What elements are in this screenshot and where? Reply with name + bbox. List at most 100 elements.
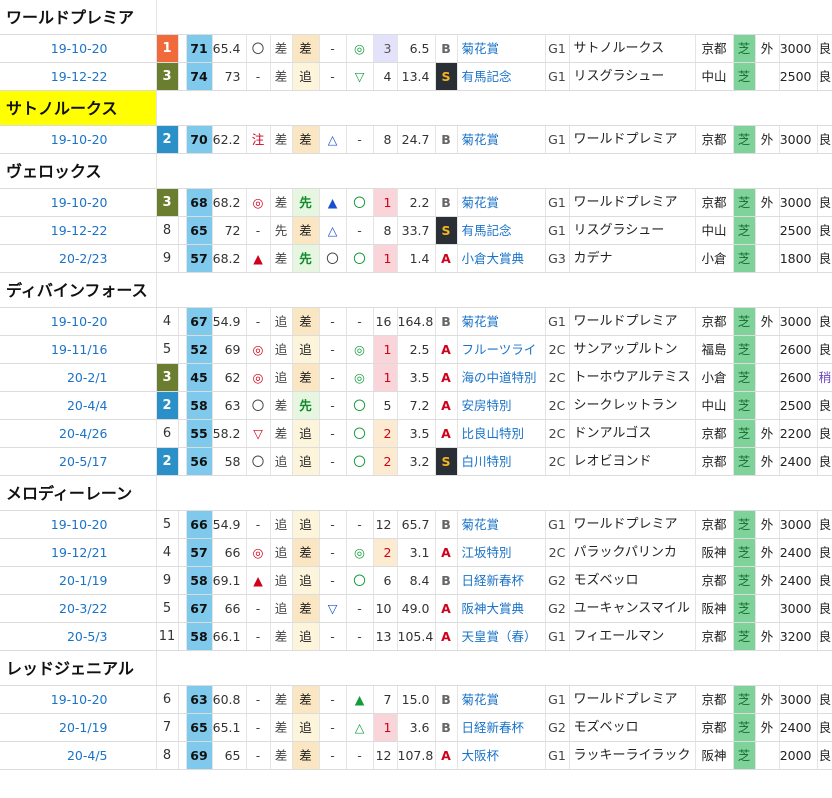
race-name-link[interactable]: 菊花賞 xyxy=(457,685,546,714)
race-date-link[interactable]: 20-1/19 xyxy=(0,566,157,595)
venue: 中山 xyxy=(695,391,734,420)
distance: 2200 xyxy=(779,419,818,448)
race-date-link[interactable]: 19-12/21 xyxy=(0,538,157,567)
race-row[interactable]: 19-10-20 4 67 54.9- 追差 - -16 164.8 B 菊花賞 G1 ワールドプレミ… xyxy=(0,307,832,336)
race-date-link[interactable]: 20-4/26 xyxy=(0,419,157,448)
race-date-link[interactable]: 19-11/16 xyxy=(0,335,157,364)
race-row[interactable]: 20-4/4 2 58 63 〇差先 - 〇 5 7.2 A 安房特別 2C シークレットラン 中山芝 25… xyxy=(0,391,832,420)
race-name-link[interactable]: 比良山特別 xyxy=(457,419,546,448)
race-class-badge: A xyxy=(435,622,458,651)
race-date-link[interactable]: 19-12-22 xyxy=(0,62,157,91)
race-name-link[interactable]: 日経新春杯 xyxy=(457,713,546,742)
position-style: 追 xyxy=(292,447,320,476)
race-row[interactable]: 20-5/3 11 58 66.1- 差追 - -13 105.4 A 天皇賞（春） G1 フィエール… xyxy=(0,622,832,651)
race-name-link[interactable]: 大阪杯 xyxy=(457,741,546,770)
venue: 阪神 xyxy=(695,538,734,567)
race-grade: G1 xyxy=(545,307,570,336)
mark-5: ◎ xyxy=(346,363,374,392)
mark-4: - xyxy=(319,419,347,448)
surface: 芝 xyxy=(733,216,756,245)
track-condition: 良 xyxy=(817,510,832,539)
race-date-link[interactable]: 20-4/5 xyxy=(0,741,157,770)
prediction-mark: - xyxy=(246,685,271,714)
race-date-link[interactable]: 19-10-20 xyxy=(0,307,157,336)
race-class-badge: B xyxy=(435,307,458,336)
position-style: 追 xyxy=(292,566,320,595)
odds: 164.8 xyxy=(397,307,436,336)
horse-header-row: サトノルークス xyxy=(0,90,832,126)
race-row[interactable]: 20-1/19 7 65 65.1- 差追 - △ 1 3.6 B 日経新春杯 G2 モズベッロ 京都芝外… xyxy=(0,713,832,742)
running-style: 差 xyxy=(270,419,293,448)
race-date-link[interactable]: 19-10-20 xyxy=(0,125,157,154)
winner-name: ドンアルゴス xyxy=(569,419,696,448)
race-name-link[interactable]: 菊花賞 xyxy=(457,34,546,63)
race-row[interactable]: 20-4/26 6 55 58.2 ▽ 差追 - 〇 2 3.5 A 比良山特別 2C ドンアルゴス 京都芝… xyxy=(0,419,832,448)
odds: 6.5 xyxy=(397,34,436,63)
race-name-link[interactable]: フルーツライ xyxy=(457,335,546,364)
race-name-link[interactable]: 海の中道特別 xyxy=(457,363,546,392)
horse-name: サトノルークス xyxy=(0,90,157,126)
race-name-link[interactable]: 小倉大賞典 xyxy=(457,244,546,273)
race-row[interactable]: 20-2/23 9 57 68.2 ▲ 差先〇〇 1 1.4 A 小倉大賞典 G3 カデナ 小倉芝 180… xyxy=(0,244,832,273)
race-date-link[interactable]: 20-4/4 xyxy=(0,391,157,420)
surface: 芝 xyxy=(733,188,756,217)
race-date-link[interactable]: 19-10-20 xyxy=(0,685,157,714)
race-history-table: ワールドプレミア 19-10-20 1 71 65.4 〇差差 - ◎ 3 6.5 B 菊花賞 G1 サト… xyxy=(0,0,832,770)
horse-name: ディバインフォース xyxy=(0,272,157,308)
race-name-link[interactable]: 菊花賞 xyxy=(457,510,546,539)
race-name-link[interactable]: 有馬記念 xyxy=(457,62,546,91)
race-name-link[interactable]: 菊花賞 xyxy=(457,188,546,217)
race-name-link[interactable]: 江坂特別 xyxy=(457,538,546,567)
race-row[interactable]: 20-1/19 9 58 69.1 ▲ 追追 - 〇 6 8.4 B 日経新春杯 G2 モズベッロ 京都芝外… xyxy=(0,566,832,595)
race-row[interactable]: 19-10-20 3 68 68.2 ◎ 差先 ▲ 〇 1 2.2 B 菊花賞 G1 ワールドプレミア 京都… xyxy=(0,188,832,217)
race-date-link[interactable]: 20-5/17 xyxy=(0,447,157,476)
winner-name: ラッキーライラック xyxy=(569,741,696,770)
race-row[interactable]: 19-12-22 8 65 72- 先差 △ -8 33.7 S 有馬記念 G1 リスグラシュー 中山芝… xyxy=(0,216,832,245)
race-row[interactable]: 19-12-22 3 74 73- 差追 - ▽ 4 13.4 S 有馬記念 G1 リスグラシュー 中山芝… xyxy=(0,62,832,91)
race-row[interactable]: 19-12/21 4 57 66 ◎ 追差 - ◎ 2 3.1 A 江坂特別 2C パラックパリンカ 阪神芝… xyxy=(0,538,832,567)
race-row[interactable]: 19-10-20 1 71 65.4 〇差差 - ◎ 3 6.5 B 菊花賞 G1 サトノルークス 京都芝… xyxy=(0,34,832,63)
prediction-mark: - xyxy=(246,216,271,245)
race-date-link[interactable]: 19-10-20 xyxy=(0,188,157,217)
race-row[interactable]: 20-3/22 5 67 66- 追差 ▽ -10 49.0 A 阪神大賞典 G2 ユーキャンスマイル… xyxy=(0,594,832,623)
race-name-link[interactable]: 有馬記念 xyxy=(457,216,546,245)
race-name-link[interactable]: 菊花賞 xyxy=(457,125,546,154)
race-date-link[interactable]: 19-12-22 xyxy=(0,216,157,245)
course-side: 外 xyxy=(755,125,780,154)
race-date-link[interactable]: 20-2/1 xyxy=(0,363,157,392)
race-name-link[interactable]: 阪神大賞典 xyxy=(457,594,546,623)
race-row[interactable]: 19-10-20 5 66 54.9- 追追 - -12 65.7 B 菊花賞 G1 ワールドプレミア… xyxy=(0,510,832,539)
position-style: 差 xyxy=(292,363,320,392)
race-grade: G1 xyxy=(545,741,570,770)
race-name-link[interactable]: 菊花賞 xyxy=(457,307,546,336)
race-name-link[interactable]: 日経新春杯 xyxy=(457,566,546,595)
race-row[interactable]: 20-5/17 2 56 58 〇追追 - 〇 2 3.2 S 白川特別 2C レオビヨンド 京都芝外 24… xyxy=(0,447,832,476)
race-date-link[interactable]: 20-1/19 xyxy=(0,713,157,742)
rating-value: 65 xyxy=(212,741,247,770)
prediction-mark: - xyxy=(246,510,271,539)
race-row[interactable]: 19-10-20 2 70 62.2 注差差 △ -8 24.7 B 菊花賞 G1 ワールドプレミア京… xyxy=(0,125,832,154)
race-row[interactable]: 20-4/5 8 69 65- 差差 - -12 107.8 A 大阪杯 G1 ラッキーライラック 阪神… xyxy=(0,741,832,770)
race-row[interactable]: 19-11/16 5 52 69 ◎ 追追 - ◎ 1 2.5 A フルーツライ 2C サンアップルトン福… xyxy=(0,335,832,364)
running-style: 差 xyxy=(270,188,293,217)
race-row[interactable]: 20-2/1 3 45 62 ◎ 追差 - ◎ 1 3.5 A 海の中道特別 2C トーホウアルテミス 小倉… xyxy=(0,363,832,392)
surface: 芝 xyxy=(733,447,756,476)
distance: 2500 xyxy=(779,62,818,91)
popularity: 12 xyxy=(373,741,398,770)
race-date-link[interactable]: 20-3/22 xyxy=(0,594,157,623)
course-side xyxy=(755,335,780,364)
race-name-link[interactable]: 安房特別 xyxy=(457,391,546,420)
race-row[interactable]: 19-10-20 6 63 60.8- 差差 - ▲ 7 15.0 B 菊花賞 G1 ワールドプレミア京… xyxy=(0,685,832,714)
finish-rank: 8 xyxy=(156,741,179,770)
race-date-link[interactable]: 19-10-20 xyxy=(0,510,157,539)
race-class-badge: B xyxy=(435,713,458,742)
speed-index: 67 xyxy=(186,307,213,336)
prediction-mark: 〇 xyxy=(246,391,271,420)
race-date-link[interactable]: 19-10-20 xyxy=(0,34,157,63)
race-date-link[interactable]: 20-5/3 xyxy=(0,622,157,651)
track-condition: 良 xyxy=(817,34,832,63)
race-name-link[interactable]: 白川特別 xyxy=(457,447,546,476)
race-date-link[interactable]: 20-2/23 xyxy=(0,244,157,273)
race-name-link[interactable]: 天皇賞（春） xyxy=(457,622,546,651)
horse-name: ヴェロックス xyxy=(0,153,157,189)
